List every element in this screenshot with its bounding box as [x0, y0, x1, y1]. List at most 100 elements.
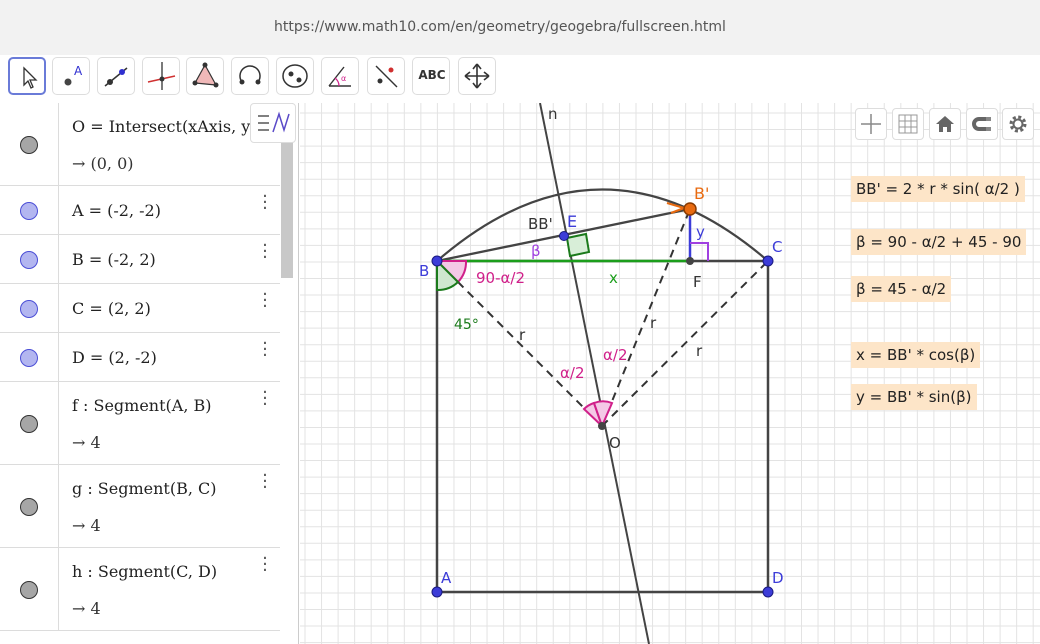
polygon-tool-button[interactable]	[186, 57, 224, 95]
snap-toggle-button[interactable]	[966, 108, 998, 140]
grid-icon	[898, 114, 918, 134]
label-b: B	[419, 262, 429, 280]
label-n: n	[548, 105, 558, 123]
visibility-toggle-icon[interactable]	[20, 348, 38, 367]
label-e: E	[567, 212, 577, 231]
note-x-formula[interactable]: x = BB' * cos(β)	[851, 342, 981, 368]
home-icon	[936, 116, 954, 132]
algebra-row[interactable]: D = (2, -2) · · ·	[0, 333, 280, 382]
polygon-icon	[192, 62, 219, 88]
axes-toggle-button[interactable]	[855, 108, 887, 140]
algebra-row[interactable]: f : Segment(A, B) → 4 · · ·	[0, 382, 280, 465]
note-beta-formula-1[interactable]: β = 90 - α/2 + 45 - 90	[851, 229, 1027, 255]
home-view-button[interactable]	[929, 108, 961, 140]
line-tool-button[interactable]	[97, 57, 135, 95]
point-b[interactable]	[431, 255, 443, 267]
algebra-definition[interactable]: C = (2, 2)	[72, 299, 151, 318]
move-tool-button[interactable]	[8, 57, 46, 95]
more-options-icon[interactable]: · · ·	[260, 467, 270, 497]
point-d[interactable]	[762, 586, 774, 598]
visibility-toggle-icon[interactable]	[20, 201, 38, 220]
note-beta-formula-2[interactable]: β = 45 - α/2	[851, 276, 952, 302]
label-f: F	[693, 273, 702, 291]
algebra-definition[interactable]: f : Segment(A, B)	[72, 396, 212, 415]
label-r-left: r	[519, 326, 526, 344]
circle-icon	[282, 64, 308, 88]
algebra-definition[interactable]: h : Segment(C, D)	[72, 562, 217, 581]
algebra-row[interactable]: h : Segment(C, D) → 4 · · ·	[0, 548, 280, 631]
visibility-toggle-icon[interactable]	[20, 414, 38, 433]
more-options-icon[interactable]: · · ·	[260, 286, 270, 316]
label-beta: β	[531, 242, 541, 260]
line-icon	[104, 67, 128, 87]
url-text[interactable]: https://www.math10.com/en/geometry/geoge…	[0, 19, 1000, 35]
algebra-value: → 4	[72, 516, 101, 535]
more-options-icon[interactable]: · · ·	[260, 384, 270, 414]
label-a: A	[441, 569, 452, 587]
algebra-definition[interactable]: B = (-2, 2)	[72, 250, 156, 269]
visibility-toggle-icon[interactable]	[20, 299, 38, 318]
radius-oc	[601, 260, 769, 427]
algebra-definition[interactable]: D = (2, -2)	[72, 348, 157, 367]
angle-icon: α	[328, 66, 351, 87]
angle-tool-button[interactable]: α	[321, 57, 359, 95]
more-options-icon[interactable]: · · ·	[260, 335, 270, 365]
visibility-toggle-icon[interactable]	[20, 250, 38, 269]
point-c[interactable]	[762, 255, 774, 267]
point-f[interactable]	[686, 257, 694, 265]
move-arrow-icon	[23, 66, 38, 89]
circle-tool-button[interactable]	[276, 57, 314, 95]
text-tool-button[interactable]: ABC	[412, 57, 450, 95]
more-options-icon[interactable]: · · ·	[260, 237, 270, 267]
algebra-definition[interactable]: g : Segment(B, C)	[72, 479, 217, 498]
graphics-style-bar	[850, 105, 1035, 143]
algebra-style-toggle[interactable]	[250, 103, 296, 143]
note-y-formula[interactable]: y = BB' * sin(β)	[851, 384, 977, 410]
algebra-value: → (0, 0)	[72, 154, 134, 173]
row-divider	[58, 333, 59, 381]
label-r-right: r	[696, 342, 703, 360]
algebra-row[interactable]: g : Segment(B, C) → 4 · · ·	[0, 465, 280, 548]
label-r-middle: r	[650, 314, 657, 332]
algebra-row[interactable]: O = Intersect(xAxis, yAxis) → (0, 0)	[0, 103, 290, 186]
grid-toggle-button[interactable]	[892, 108, 924, 140]
line-n[interactable]	[539, 103, 650, 644]
arc-icon	[239, 65, 261, 85]
row-divider	[58, 382, 59, 464]
right-angle-e	[565, 232, 591, 258]
point-bprime[interactable]	[683, 202, 697, 216]
point-a[interactable]	[431, 586, 443, 598]
algebra-definition[interactable]: A = (-2, -2)	[72, 201, 161, 220]
label-angle-b: 90-α/2	[476, 269, 525, 287]
algebra-style-icon	[258, 111, 290, 133]
browser-address-bar[interactable]: https://www.math10.com/en/geometry/geoge…	[0, 0, 1040, 55]
point-icon: A	[64, 64, 83, 86]
algebra-value: → 4	[72, 433, 101, 452]
settings-button[interactable]	[1002, 108, 1034, 140]
point-e[interactable]	[559, 231, 569, 241]
algebra-view: O = Intersect(xAxis, yAxis) → (0, 0) A = (…	[0, 103, 299, 644]
point-tool-button[interactable]: A	[52, 57, 90, 95]
label-d: D	[772, 569, 784, 587]
more-options-icon[interactable]: · · ·	[260, 188, 270, 218]
algebra-row[interactable]: C = (2, 2) · · ·	[0, 284, 280, 333]
visibility-toggle-icon[interactable]	[20, 135, 38, 154]
visibility-toggle-icon[interactable]	[20, 497, 38, 516]
label-x: x	[609, 269, 618, 287]
visibility-toggle-icon[interactable]	[20, 580, 38, 599]
note-bbprime-formula[interactable]: BB' = 2 * r * sin( α/2 )	[851, 176, 1025, 202]
point-o[interactable]	[598, 422, 606, 430]
label-o: O	[609, 434, 621, 452]
gear-icon	[1009, 115, 1027, 133]
algebra-row[interactable]: B = (-2, 2) · · ·	[0, 235, 280, 284]
perpendicular-tool-button[interactable]	[142, 57, 180, 95]
more-options-icon[interactable]: · · ·	[260, 550, 270, 580]
label-half-alpha-right: α/2	[603, 346, 628, 364]
row-divider	[58, 103, 59, 185]
reflect-tool-button[interactable]	[367, 57, 405, 95]
algebra-row[interactable]: A = (-2, -2) · · ·	[0, 186, 280, 235]
algebra-value: → 4	[72, 599, 101, 618]
arc-tool-button[interactable]	[231, 57, 269, 95]
move-view-tool-button[interactable]	[458, 57, 496, 95]
label-half-alpha-left: α/2	[560, 364, 585, 382]
